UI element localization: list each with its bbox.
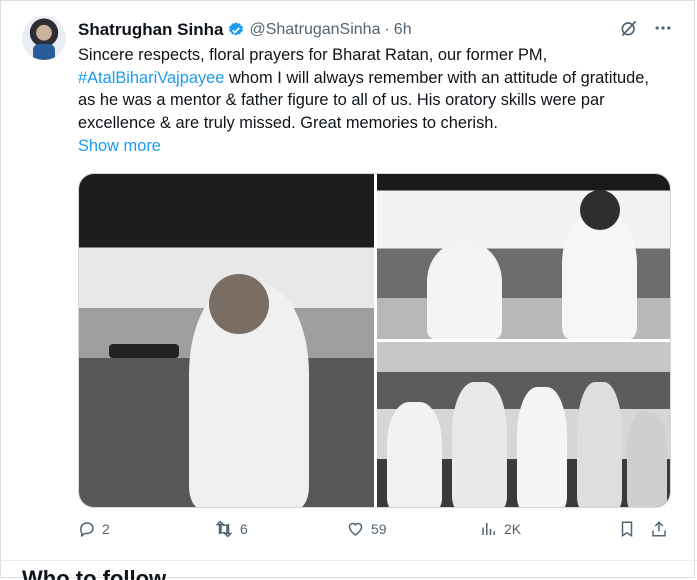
bookmark-button[interactable] [618,520,636,538]
bookmark-icon [621,521,633,538]
reply-count: 2 [102,521,110,537]
timestamp[interactable]: 6h [394,21,412,39]
show-more-link[interactable]: Show more [78,137,161,156]
like-button[interactable]: 59 [346,520,387,538]
tweet-header: Shatrughan Sinha @ShatruganSinha · 6h [78,19,412,41]
views-icon [482,523,495,535]
tweet-actions: 2 6 59 2K [78,520,676,548]
tweet-text: Sincere respects, floral prayers for Bha… [78,46,649,132]
share-button[interactable] [650,520,668,538]
avatar[interactable] [22,16,66,60]
retweet-count: 6 [240,521,248,537]
media-grid[interactable] [78,173,671,508]
views-count: 2K [504,521,522,537]
views-button[interactable]: 2K [480,520,521,538]
separator: · [384,21,390,38]
more-icon[interactable] [653,18,673,38]
retweet-button[interactable]: 6 [214,520,248,538]
heart-icon [348,522,363,536]
next-section: Who to follow [0,560,697,580]
reply-button[interactable]: 2 [78,520,110,538]
reply-icon [80,522,94,538]
photo-1[interactable] [79,174,374,507]
author-name[interactable]: Shatrughan Sinha [78,20,223,40]
retweet-icon [215,520,233,538]
share-icon [652,521,666,537]
author-handle[interactable]: @ShatruganSinha [249,21,380,39]
grok-icon[interactable] [619,18,639,38]
like-count: 59 [371,521,387,537]
section-title: Who to follow [22,566,167,580]
verified-badge-icon [229,22,244,36]
photo-3[interactable] [377,342,670,507]
hashtag-link[interactable]: #AtalBihariVajpayee [78,69,224,87]
photo-2[interactable] [377,174,670,339]
tweet[interactable]: Shatrughan Sinha @ShatruganSinha · 6h Si… [0,0,697,561]
